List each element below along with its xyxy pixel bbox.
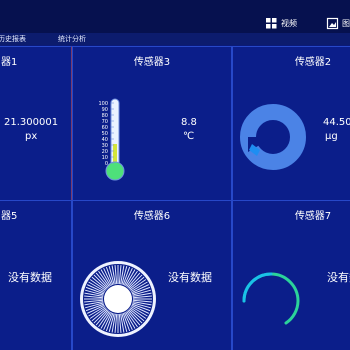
grid-icon <box>266 17 277 28</box>
radial-dial-icon <box>80 261 156 337</box>
sensor-unit: μg <box>325 131 338 142</box>
ring-gauge-icon <box>240 104 306 170</box>
no-data-label: 没有数据 <box>168 271 212 284</box>
sensor-panel-7: 传感器7 没有数据 <box>232 200 350 350</box>
video-button[interactable]: 视频 <box>266 15 297 31</box>
panel-title: 传感器7 <box>294 211 332 222</box>
picture-icon <box>326 17 339 29</box>
top-bar: 视频 图 <box>0 0 350 33</box>
nav-history-report[interactable]: 历史报表 <box>0 34 26 44</box>
panel-title: 传感器2 <box>294 57 332 68</box>
panel-title: 传感器6 <box>133 211 171 222</box>
sensor-unit: ℃ <box>183 131 195 142</box>
no-data-label: 没有数据 <box>327 271 350 284</box>
video-label: 视频 <box>281 18 297 28</box>
sensor-panel-1: 器1 21.300001 px <box>0 46 72 201</box>
panel-title: 传感器3 <box>133 57 171 68</box>
image-button[interactable]: 图 <box>326 15 350 31</box>
no-data-label: 没有数据 <box>8 271 52 284</box>
sensor-panel-3: 传感器3 100 90 80 70 60 50 40 30 20 10 0 8.8 ℃ <box>72 46 232 201</box>
sensor-panel-6: 传感器6 没有数据 <box>72 200 232 350</box>
panel-title: 器5 <box>1 211 18 222</box>
panel-title: 器1 <box>1 57 18 68</box>
image-label: 图 <box>342 18 350 28</box>
sensor-panel-5: 器5 没有数据 <box>0 200 72 350</box>
sensor-panel-2: 传感器2 44.50 μg <box>232 46 350 201</box>
nav-bar: 历史报表 统计分析 <box>0 33 350 45</box>
arc-gauge-icon <box>242 272 300 325</box>
thermometer-scale-label: 0 <box>105 161 108 167</box>
sensor-unit: px <box>25 131 38 142</box>
nav-statistics[interactable]: 统计分析 <box>58 34 86 44</box>
sensor-value: 8.8 <box>181 117 197 128</box>
sensor-value: 44.50 <box>323 117 350 128</box>
thermometer-icon: 1009080706050403020100 <box>98 98 125 181</box>
sensor-value: 21.300001 <box>4 117 59 128</box>
